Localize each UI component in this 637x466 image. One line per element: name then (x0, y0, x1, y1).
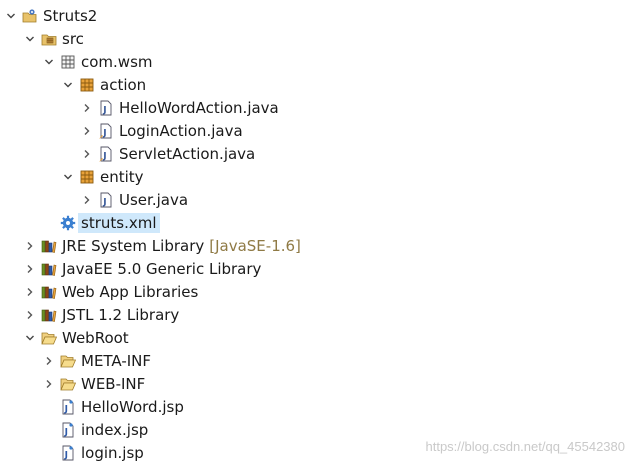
java-file-icon: J (98, 192, 114, 208)
svg-text:J: J (102, 128, 106, 138)
tree-item-java-file[interactable]: J LoginAction.java (80, 119, 243, 142)
package-icon (60, 54, 76, 70)
svg-text:J: J (102, 151, 106, 161)
library-label: JSTL 1.2 Library (62, 305, 180, 324)
chevron-right-icon[interactable] (42, 377, 56, 391)
svg-text:J: J (102, 197, 106, 207)
source-folder-icon (41, 31, 57, 47)
svg-text:J: J (64, 427, 68, 437)
folder-label: META-INF (81, 351, 152, 370)
tree-item-jsp-file[interactable]: J index.jsp (42, 418, 148, 441)
file-label: HelloWordAction.java (119, 98, 279, 117)
chevron-right-icon[interactable] (80, 193, 94, 207)
chevron-right-icon[interactable] (23, 262, 37, 276)
tree-item-package[interactable]: com.wsm (42, 50, 153, 73)
chevron-right-icon[interactable] (23, 239, 37, 253)
jsp-file-icon: J (60, 445, 76, 461)
tree-item-java-file[interactable]: J HelloWordAction.java (80, 96, 279, 119)
library-label: JavaEE 5.0 Generic Library (62, 259, 262, 278)
struts-xml-label: struts.xml (78, 212, 160, 233)
file-label: ServletAction.java (119, 144, 256, 163)
chevron-right-icon[interactable] (42, 354, 56, 368)
chevron-right-icon[interactable] (80, 101, 94, 115)
folder-label: WEB-INF (81, 374, 146, 393)
open-folder-icon (60, 353, 76, 369)
chevron-down-icon[interactable] (61, 170, 75, 184)
tree-item-library[interactable]: JRE System Library [JavaSE-1.6] (23, 234, 301, 257)
tree-item-jsp-file[interactable]: J HelloWord.jsp (42, 395, 184, 418)
library-books-icon (41, 261, 57, 277)
tree-item-struts-xml[interactable]: struts.xml (42, 211, 160, 234)
library-books-icon (41, 238, 57, 254)
file-label: login.jsp (81, 443, 144, 462)
open-folder-icon (60, 376, 76, 392)
tree-item-java-file[interactable]: J ServletAction.java (80, 142, 255, 165)
tree-item-library[interactable]: JavaEE 5.0 Generic Library (23, 257, 261, 280)
library-books-icon (41, 284, 57, 300)
svg-text:J: J (102, 105, 106, 115)
package-icon (79, 77, 95, 93)
project-label: Struts2 (43, 6, 98, 25)
chevron-down-icon[interactable] (42, 55, 56, 69)
package-icon (79, 169, 95, 185)
chevron-down-icon[interactable] (23, 331, 37, 345)
java-file-icon: J (98, 146, 114, 162)
entity-package-label: entity (100, 167, 144, 186)
jsp-file-icon: J (60, 399, 76, 415)
library-label: JRE System Library (62, 236, 205, 255)
chevron-right-icon[interactable] (23, 285, 37, 299)
file-label: User.java (119, 190, 189, 209)
jsp-file-icon: J (60, 422, 76, 438)
src-label: src (62, 29, 84, 48)
open-folder-icon (41, 330, 57, 346)
java-file-icon: J (98, 100, 114, 116)
tree-item-webroot[interactable]: WebRoot (23, 326, 129, 349)
chevron-right-icon[interactable] (80, 147, 94, 161)
tree-item-library[interactable]: JSTL 1.2 Library (23, 303, 179, 326)
tree-item-jsp-file[interactable]: J login.jsp (42, 441, 144, 464)
chevron-down-icon[interactable] (23, 32, 37, 46)
file-label: LoginAction.java (119, 121, 243, 140)
xml-config-gear-icon (60, 215, 76, 231)
tree-item-entity-package[interactable]: entity (61, 165, 144, 188)
watermark-url: https://blog.csdn.net/qq_45542380 (425, 439, 626, 454)
webroot-label: WebRoot (62, 328, 129, 347)
jre-version-decoration: [JavaSE-1.6] (209, 236, 301, 255)
tree-item-folder[interactable]: WEB-INF (42, 372, 145, 395)
tree-item-library[interactable]: Web App Libraries (23, 280, 198, 303)
tree-item-src[interactable]: src (23, 27, 84, 50)
chevron-right-icon[interactable] (23, 308, 37, 322)
tree-item-java-file[interactable]: J User.java (80, 188, 188, 211)
tree-item-action-package[interactable]: action (61, 73, 146, 96)
svg-text:J: J (64, 404, 68, 414)
action-package-label: action (100, 75, 147, 94)
java-file-icon: J (98, 123, 114, 139)
chevron-right-icon[interactable] (80, 124, 94, 138)
library-books-icon (41, 307, 57, 323)
chevron-down-icon[interactable] (61, 78, 75, 92)
tree-item-folder[interactable]: META-INF (42, 349, 151, 372)
file-label: HelloWord.jsp (81, 397, 184, 416)
project-icon (22, 8, 38, 24)
file-label: index.jsp (81, 420, 149, 439)
tree-item-project[interactable]: Struts2 (4, 4, 97, 27)
package-label: com.wsm (81, 52, 153, 71)
svg-text:J: J (64, 450, 68, 460)
chevron-down-icon[interactable] (4, 9, 18, 23)
library-label: Web App Libraries (62, 282, 199, 301)
